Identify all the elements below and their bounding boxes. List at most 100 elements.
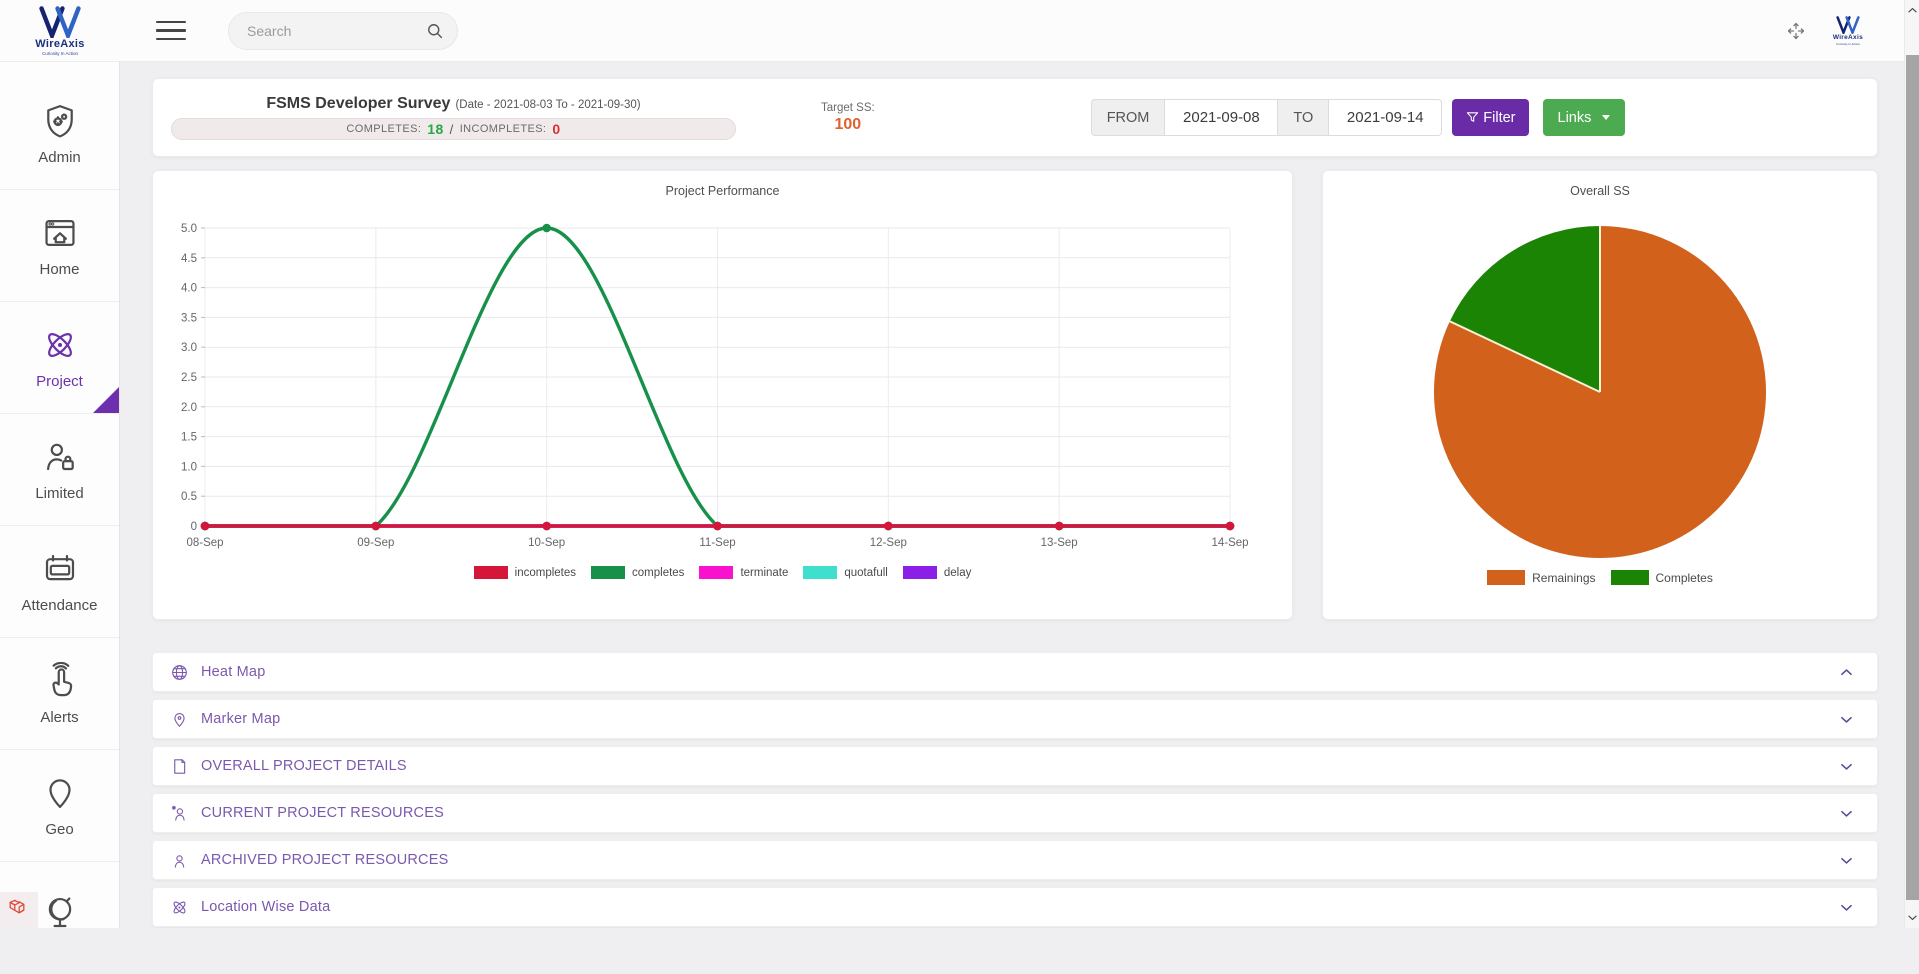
svg-text:12-Sep: 12-Sep	[870, 537, 907, 549]
search-input[interactable]	[228, 12, 458, 50]
chevron-down-icon[interactable]	[1838, 805, 1855, 822]
svg-text:1.5: 1.5	[181, 432, 197, 444]
survey-date-range: (Date - 2021-08-03 To - 2021-09-30)	[455, 99, 640, 111]
svg-text:4.0: 4.0	[181, 283, 197, 295]
svg-text:11-Sep: 11-Sep	[699, 537, 735, 549]
sidebar-item-project[interactable]: Project	[0, 302, 119, 414]
globe-grid-icon	[170, 663, 189, 682]
shield-gear-icon	[41, 102, 79, 140]
page-scrollbar[interactable]	[1904, 0, 1919, 928]
svg-text:09-Sep: 09-Sep	[357, 537, 394, 549]
map-marker-icon	[170, 710, 189, 729]
sidebar-item-geo[interactable]: Geo	[0, 750, 119, 862]
completes-incompletes-pill: COMPLETES: 18 / INCOMPLETES: 0	[171, 118, 736, 140]
legend-item-remainings[interactable]: Remainings	[1487, 570, 1595, 585]
accordion-marker-map[interactable]: Marker Map	[152, 699, 1878, 739]
overall-ss-card: Overall SS Remainings Completes	[1322, 170, 1878, 620]
main-content: FSMS Developer Survey(Date - 2021-08-03 …	[120, 62, 1919, 928]
atom-icon	[41, 326, 79, 364]
sidebar-item-label: Admin	[38, 149, 81, 166]
legend-item-completes[interactable]: completes	[591, 566, 684, 579]
sidebar-item-limited[interactable]: Limited	[0, 414, 119, 526]
incompletes-value: 0	[552, 121, 560, 137]
filter-button-label: Filter	[1483, 110, 1515, 126]
sidebar-item-alerts[interactable]: Alerts	[0, 638, 119, 750]
svg-text:2.0: 2.0	[181, 402, 197, 414]
sidebar-item-label: Alerts	[40, 709, 78, 726]
chevron-down-icon[interactable]	[1838, 899, 1855, 916]
sidebar-item-home[interactable]: Home	[0, 190, 119, 302]
caret-down-icon	[1602, 115, 1610, 120]
active-indicator-triangle	[93, 387, 119, 413]
legend-label: Completes	[1656, 571, 1713, 585]
svg-text:4.5: 4.5	[181, 253, 197, 265]
legend-item-quotafull[interactable]: quotafull	[803, 566, 887, 579]
user-icon	[170, 851, 189, 870]
sidebar-item-attendance[interactable]: Attendance	[0, 526, 119, 638]
accordion-archived-project-resources[interactable]: ARCHIVED PROJECT RESOURCES	[152, 840, 1878, 880]
survey-title-row: FSMS Developer Survey(Date - 2021-08-03 …	[266, 95, 640, 113]
accordion-overall-project-details[interactable]: OVERALL PROJECT DETAILS	[152, 746, 1878, 786]
accordion-label: Location Wise Data	[201, 899, 330, 915]
accordion-label: ARCHIVED PROJECT RESOURCES	[201, 852, 448, 868]
legend-label: delay	[944, 567, 972, 579]
links-button-label: Links	[1558, 110, 1592, 126]
svg-text:0.5: 0.5	[181, 491, 197, 503]
legend-swatch	[903, 566, 937, 579]
pie-chart-legend: Remainings Completes	[1323, 570, 1877, 585]
survey-summary-card: FSMS Developer Survey(Date - 2021-08-03 …	[152, 78, 1878, 157]
project-performance-line-chart: 08-Sep09-Sep10-Sep11-Sep12-Sep13-Sep14-S…	[153, 214, 1292, 566]
filter-button[interactable]: Filter	[1452, 99, 1528, 136]
legend-item-delay[interactable]: delay	[903, 566, 972, 579]
accordion-list: Heat Map Marker Map OVERALL PROJECT DETAIL…	[152, 652, 1878, 927]
brand-name-small: WireAxis	[1833, 34, 1863, 41]
accordion-label: CURRENT PROJECT RESOURCES	[201, 805, 444, 821]
topbar-right: WireAxis Curiosity In Action	[1785, 16, 1919, 46]
brand-logo[interactable]: WireAxis Curiosity In Action	[0, 6, 120, 56]
accordion-current-project-resources[interactable]: CURRENT PROJECT RESOURCES	[152, 793, 1878, 833]
sidebar-item-label: Geo	[45, 821, 73, 838]
scrollbar-up-arrow-icon[interactable]	[1906, 4, 1919, 17]
chevron-up-icon[interactable]	[1838, 664, 1855, 681]
sidebar-item-admin[interactable]: Admin	[0, 78, 119, 190]
wireaxis-logo-icon	[37, 6, 83, 38]
from-label: FROM	[1091, 99, 1166, 136]
from-date-input[interactable]	[1165, 99, 1278, 136]
legend-item-terminate[interactable]: terminate	[699, 566, 788, 579]
search-box[interactable]	[228, 12, 458, 50]
wireaxis-logo-small-icon	[1835, 16, 1861, 34]
brand-tagline: Curiosity In Action	[42, 51, 78, 56]
menu-toggle-button[interactable]	[156, 19, 188, 43]
accordion-label: OVERALL PROJECT DETAILS	[201, 758, 407, 774]
laravel-icon	[7, 898, 31, 922]
scrollbar-down-arrow-icon[interactable]	[1906, 911, 1919, 924]
accordion-location-wise-data[interactable]: Location Wise Data	[152, 887, 1878, 927]
laravel-badge[interactable]	[0, 892, 38, 928]
search-icon[interactable]	[425, 21, 445, 41]
sidebar-nav: Admin HomeProject Limited Attendance Alerts G…	[0, 62, 120, 928]
incompletes-label: INCOMPLETES:	[460, 123, 547, 135]
atom-icon	[170, 898, 189, 917]
user-lock-icon	[41, 438, 79, 476]
pie-chart-title: Overall SS	[1323, 171, 1877, 198]
legend-item-incompletes[interactable]: incompletes	[474, 566, 576, 579]
svg-text:3.0: 3.0	[181, 342, 197, 354]
line-chart-title: Project Performance	[153, 171, 1292, 198]
links-dropdown-button[interactable]: Links	[1543, 99, 1626, 136]
to-date-input[interactable]	[1329, 99, 1442, 136]
legend-swatch	[474, 566, 508, 579]
chevron-down-icon[interactable]	[1838, 852, 1855, 869]
legend-item-completes[interactable]: Completes	[1611, 570, 1713, 585]
chevron-down-icon[interactable]	[1838, 758, 1855, 775]
fullscreen-icon[interactable]	[1785, 20, 1807, 42]
svg-text:10-Sep: 10-Sep	[528, 537, 565, 549]
date-filter-group: FROM TO Filter Links	[1091, 99, 1626, 136]
funnel-icon	[1465, 110, 1480, 125]
accordion-heat-map[interactable]: Heat Map	[152, 652, 1878, 692]
legend-swatch	[803, 566, 837, 579]
scrollbar-thumb[interactable]	[1906, 55, 1919, 900]
to-label: TO	[1278, 99, 1329, 136]
chevron-down-icon[interactable]	[1838, 711, 1855, 728]
sidebar-item-label: Limited	[35, 485, 83, 502]
target-ss-value: 100	[821, 116, 875, 134]
